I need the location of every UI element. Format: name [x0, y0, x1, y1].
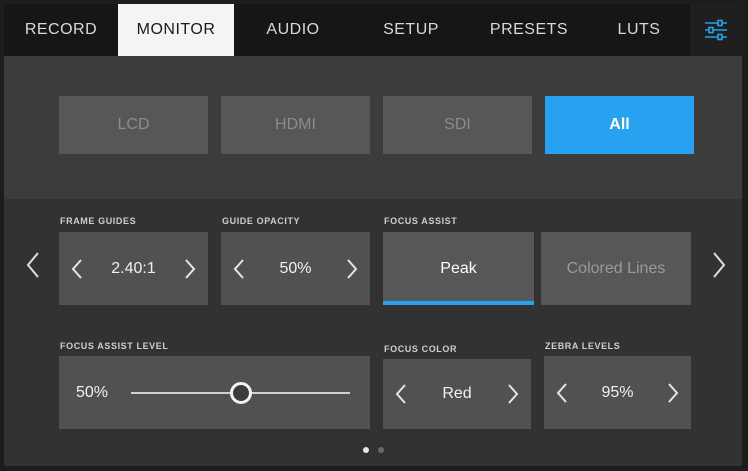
- page-next-chevron-right-icon[interactable]: [710, 250, 728, 280]
- slider-thumb[interactable]: [229, 381, 252, 404]
- monitor-settings-screen: RECORD MONITOR AUDIO SETUP PRESETS LUTS: [4, 4, 742, 466]
- focus-color-value: Red: [442, 385, 472, 402]
- frame-guides-value: 2.40:1: [111, 259, 156, 277]
- sliders-icon[interactable]: [690, 4, 742, 56]
- guide-opacity-stepper: 50%: [221, 232, 370, 305]
- focus-color-label: FOCUS COLOR: [384, 344, 458, 354]
- tab-bar: RECORD MONITOR AUDIO SETUP PRESETS LUTS: [4, 4, 742, 56]
- focus-color-stepper: Red: [383, 359, 531, 429]
- output-hdmi-button[interactable]: HDMI: [221, 96, 370, 154]
- tab-luts[interactable]: LUTS: [588, 4, 690, 56]
- focus-assist-peak-label: Peak: [440, 259, 477, 277]
- tab-presets[interactable]: PRESETS: [470, 4, 588, 56]
- output-sdi-button[interactable]: SDI: [383, 96, 532, 154]
- settings-panel: FRAME GUIDES 2.40:1 GUIDE OPACITY 50% FO…: [4, 199, 742, 466]
- guide-opacity-value: 50%: [279, 259, 312, 277]
- focus-assist-level-value: 50%: [76, 383, 109, 401]
- chevron-right-icon[interactable]: [665, 381, 681, 405]
- output-lcd-button[interactable]: LCD: [59, 96, 208, 154]
- chevron-right-icon[interactable]: [344, 257, 360, 281]
- guide-opacity-label: GUIDE OPACITY: [222, 216, 301, 226]
- tab-monitor[interactable]: MONITOR: [118, 4, 234, 56]
- output-selector: LCD HDMI SDI All: [4, 56, 742, 199]
- tab-audio[interactable]: AUDIO: [234, 4, 352, 56]
- frame-guides-label: FRAME GUIDES: [60, 216, 137, 226]
- tab-record[interactable]: RECORD: [4, 4, 118, 56]
- frame-guides-stepper: 2.40:1: [59, 232, 208, 305]
- focus-assist-peak-button[interactable]: Peak: [383, 232, 534, 305]
- chevron-left-icon[interactable]: [231, 257, 247, 281]
- slider-track[interactable]: [131, 381, 350, 404]
- focus-assist-label: FOCUS ASSIST: [384, 216, 458, 226]
- tab-setup[interactable]: SETUP: [352, 4, 470, 56]
- page-indicator: [4, 447, 742, 453]
- chevron-left-icon[interactable]: [393, 382, 409, 406]
- chevron-left-icon[interactable]: [554, 381, 570, 405]
- chevron-left-icon[interactable]: [69, 257, 85, 281]
- page-prev-chevron-left-icon[interactable]: [24, 250, 42, 280]
- zebra-levels-stepper: 95%: [544, 356, 691, 429]
- focus-assist-colored-lines-label: Colored Lines: [566, 259, 666, 277]
- chevron-right-icon[interactable]: [505, 382, 521, 406]
- zebra-levels-label: ZEBRA LEVELS: [545, 341, 621, 351]
- page-dot-1[interactable]: [362, 447, 369, 453]
- page-dot-2[interactable]: [377, 447, 384, 453]
- focus-assist-level-slider: 50%: [59, 356, 370, 429]
- focus-assist-colored-lines-button[interactable]: Colored Lines: [541, 232, 691, 305]
- chevron-right-icon[interactable]: [182, 257, 198, 281]
- focus-assist-level-label: FOCUS ASSIST LEVEL: [60, 341, 169, 351]
- zebra-levels-value: 95%: [601, 383, 634, 401]
- selected-indicator: [383, 301, 534, 305]
- output-all-button[interactable]: All: [545, 96, 694, 154]
